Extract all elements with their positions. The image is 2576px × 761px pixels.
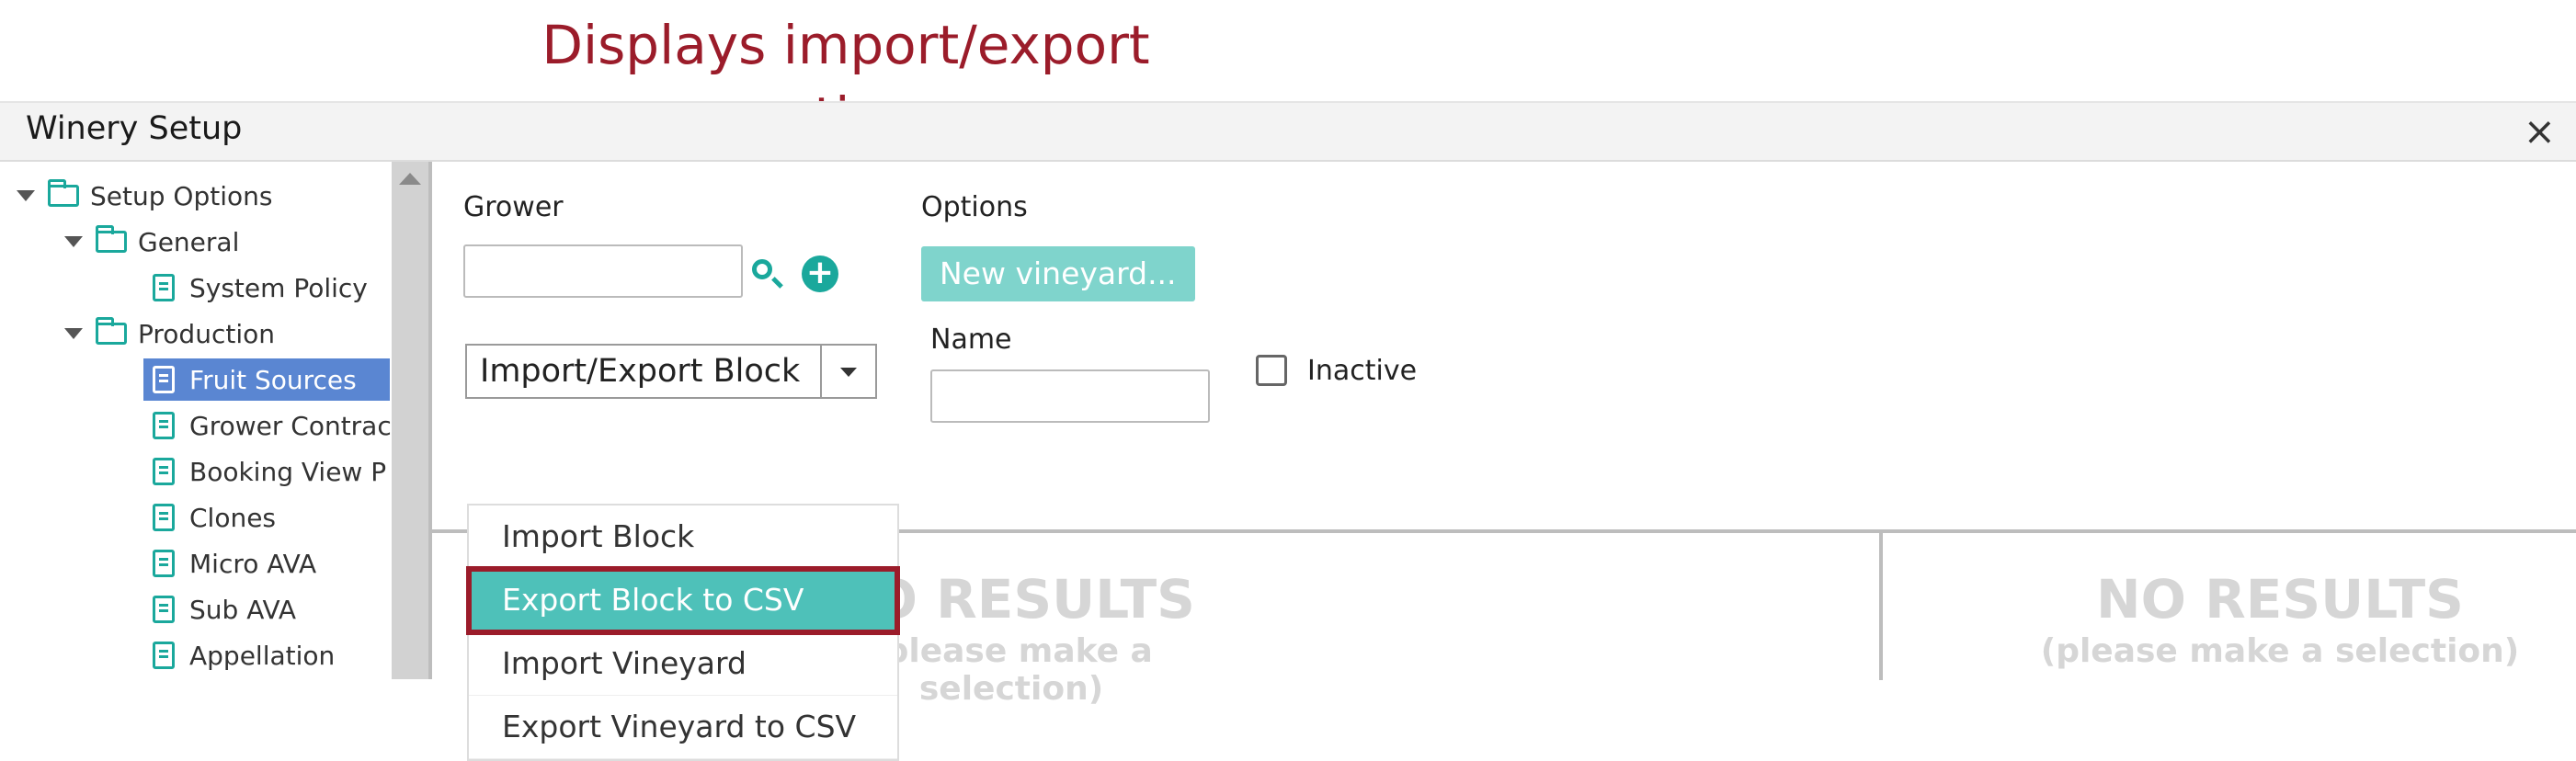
winery-setup-window: Winery Setup × Setup Options General Sys… — [0, 101, 2576, 761]
tree-node-label: Micro AVA — [189, 548, 317, 579]
no-results-right: NO RESULTS (please make a selection) — [2032, 568, 2528, 670]
grower-input[interactable] — [463, 244, 743, 298]
document-icon — [153, 504, 175, 531]
window-title: Winery Setup — [26, 110, 243, 147]
document-icon — [153, 274, 175, 301]
tree-node-label: Fruit Sources — [189, 364, 357, 395]
new-vineyard-button[interactable]: New vineyard... — [921, 246, 1195, 301]
caret-down-icon[interactable] — [17, 190, 35, 201]
tree-node-label: System Policy — [189, 272, 368, 303]
tree-node-label: Setup Options — [90, 180, 273, 211]
select-value: Import/Export Block — [480, 353, 801, 390]
tree-node-sub-ava[interactable]: Sub AVA — [153, 588, 296, 630]
grower-label: Grower — [463, 191, 564, 223]
tree-node-label: Sub AVA — [189, 594, 297, 625]
document-icon — [153, 550, 175, 577]
tree-node-micro-ava[interactable]: Micro AVA — [153, 542, 316, 585]
tree-node-fruit-sources[interactable]: Fruit Sources — [143, 358, 390, 401]
tree-node-label: Appellation — [189, 640, 336, 671]
menu-item-import-vineyard[interactable]: Import Vineyard — [469, 632, 897, 696]
document-icon — [153, 366, 175, 393]
close-icon[interactable]: × — [2524, 108, 2556, 153]
scroll-up-arrow-icon[interactable] — [399, 173, 421, 185]
tree-node-setup-options[interactable]: Setup Options — [17, 175, 272, 217]
tree-scrollbar[interactable] — [392, 162, 428, 679]
window-titlebar: Winery Setup × — [0, 103, 2576, 162]
tree-node-label: General — [138, 226, 240, 257]
folder-icon — [96, 317, 127, 345]
menu-item-export-block-csv[interactable]: Export Block to CSV — [466, 566, 900, 635]
tree-node-label: Production — [138, 318, 275, 349]
document-icon — [153, 412, 175, 439]
tree-node-general[interactable]: General — [64, 221, 239, 263]
tree-node-label: Grower Contract — [189, 410, 392, 441]
setup-options-tree: Setup Options General System Policy Prod… — [0, 162, 392, 679]
caret-down-icon[interactable] — [64, 328, 83, 339]
no-results-hint: (please make a selection) — [2040, 632, 2520, 670]
search-icon[interactable] — [752, 259, 772, 279]
results-separator — [1879, 533, 1883, 680]
tree-node-label: Booking View P — [189, 456, 387, 487]
dropdown-arrow-icon[interactable] — [820, 346, 875, 397]
main-panel: Grower + Options New vineyard... Import/… — [432, 162, 2576, 761]
no-results-title: NO RESULTS — [2096, 568, 2464, 630]
document-icon — [153, 596, 175, 623]
folder-icon — [96, 225, 127, 253]
folder-icon — [48, 179, 79, 207]
import-export-dropdown-menu: Import Block Export Block to CSV Import … — [466, 504, 900, 761]
document-icon — [153, 458, 175, 485]
tree-node-system-policy[interactable]: System Policy — [153, 267, 368, 309]
menu-item-export-vineyard-csv[interactable]: Export Vineyard to CSV — [469, 696, 897, 759]
inactive-label: Inactive — [1307, 355, 1418, 387]
tree-node-appellation[interactable]: Appellation — [153, 634, 335, 676]
document-icon — [153, 642, 175, 669]
annotation-line-1: Displays import/export — [541, 14, 1150, 76]
tree-node-clones[interactable]: Clones — [153, 496, 276, 539]
caret-down-icon[interactable] — [64, 236, 83, 247]
tree-node-booking-view[interactable]: Booking View P — [153, 450, 386, 493]
add-grower-icon[interactable]: + — [802, 256, 838, 292]
import-export-select[interactable]: Import/Export Block — [465, 344, 877, 399]
tree-node-label: Clones — [189, 502, 277, 533]
inactive-checkbox[interactable] — [1256, 355, 1287, 386]
tree-node-production[interactable]: Production — [64, 312, 275, 355]
name-input[interactable] — [930, 369, 1210, 423]
menu-item-import-block[interactable]: Import Block — [469, 505, 897, 569]
options-label: Options — [921, 191, 1028, 223]
name-label: Name — [930, 324, 1012, 356]
tree-node-grower-contract[interactable]: Grower Contract — [153, 404, 392, 447]
